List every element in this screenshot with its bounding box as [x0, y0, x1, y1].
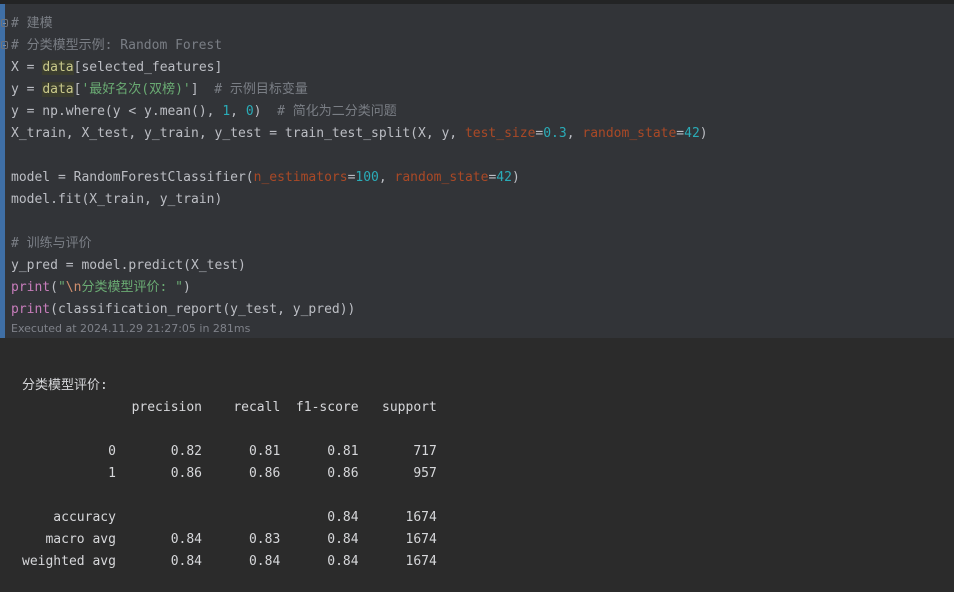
code-line[interactable]: model.fit(X_train, y_train)	[11, 189, 954, 211]
fold-toggle-icon[interactable]	[1, 19, 8, 27]
code-line[interactable]: y = np.where(y < y.mean(), 1, 0) # 简化为二分…	[11, 101, 954, 123]
code-token: 100	[355, 170, 379, 185]
code-token: y = np.where(y < y.mean(),	[11, 104, 223, 119]
code-token: ,	[230, 104, 246, 119]
code-editor[interactable]: # 建模 # 分类模型示例: Random Forest X = data[sele…	[1, 13, 954, 321]
code-line[interactable]: y = data['最好名次(双榜)'] # 示例目标变量	[11, 79, 954, 101]
cell-output: 分类模型评价: precision recall f1-score suppor…	[0, 338, 954, 592]
code-token: "	[57, 280, 66, 295]
code-token: )	[253, 104, 278, 119]
code-token: # 训练与评价	[11, 236, 92, 251]
cell-selection-bar	[0, 4, 5, 338]
code-token: [selected_features]	[73, 60, 223, 75]
code-token: 0	[245, 104, 254, 119]
code-token: )	[699, 126, 708, 141]
output-text: 分类模型评价: precision recall f1-score suppor…	[22, 375, 437, 573]
code-token: )	[182, 280, 191, 295]
code-line[interactable]: X_train, X_test, y_train, y_test = train…	[11, 123, 954, 145]
output-line: accuracy 0.84 1674	[22, 510, 437, 525]
code-token: ,	[566, 126, 583, 141]
code-line[interactable]: print("\n分类模型评价: ")	[11, 277, 954, 299]
code-token: # 示例目标变量	[214, 82, 308, 97]
code-token: 42	[496, 170, 512, 185]
code-token: random_state	[582, 126, 677, 141]
code-token: # 建模	[11, 16, 53, 31]
code-token: ,	[378, 170, 395, 185]
output-line: 分类模型评价:	[22, 378, 108, 393]
code-token: '最好名次(双榜)'	[81, 82, 191, 97]
code-line[interactable]: print(classification_report(y_test, y_pr…	[11, 299, 954, 321]
code-token: 分类模型评价: "	[81, 280, 183, 295]
code-token: print	[11, 302, 51, 317]
code-token: data	[42, 82, 74, 97]
code-token: model = RandomForestClassifier(	[11, 170, 254, 185]
code-token: (classification_report(y_test, y_pred))	[50, 302, 356, 317]
code-token: )	[511, 170, 520, 185]
code-line[interactable]: # 建模	[1, 13, 954, 35]
code-token: (	[50, 280, 58, 295]
code-token: y_pred = model.predict(X_test)	[11, 258, 246, 273]
execution-status: Executed at 2024.11.29 21:27:05 in 281ms	[11, 322, 251, 335]
fold-toggle-icon[interactable]	[1, 41, 8, 49]
code-token: print	[11, 280, 51, 295]
code-token: random_state	[394, 170, 489, 185]
code-token: 42	[684, 126, 700, 141]
code-token: # 简化为二分类问题	[277, 104, 397, 119]
code-line[interactable]: model = RandomForestClassifier(n_estimat…	[11, 167, 954, 189]
code-token: y =	[11, 82, 43, 97]
code-line[interactable]: X = data[selected_features]	[11, 57, 954, 79]
output-line: 1 0.86 0.86 0.86 957	[22, 466, 437, 481]
code-token: # 分类模型示例: Random Forest	[11, 38, 223, 53]
output-line: macro avg 0.84 0.83 0.84 1674	[22, 532, 437, 547]
code-token: =	[676, 126, 685, 141]
code-line[interactable]: # 分类模型示例: Random Forest	[1, 35, 954, 57]
code-line[interactable]	[11, 145, 954, 167]
code-token: \n	[65, 280, 82, 295]
code-line[interactable]: # 训练与评价	[11, 233, 954, 255]
code-token: n_estimators	[253, 170, 348, 185]
code-cell[interactable]: # 建模 # 分类模型示例: Random Forest X = data[sele…	[0, 4, 954, 338]
code-token: X_train, X_test, y_train, y_test = train…	[11, 126, 465, 141]
code-token: 0.3	[543, 126, 567, 141]
output-line: weighted avg 0.84 0.84 0.84 1674	[22, 554, 437, 569]
code-token: test_size	[464, 126, 536, 141]
code-token: X =	[11, 60, 43, 75]
code-line[interactable]	[11, 211, 954, 233]
code-token: ]	[190, 82, 215, 97]
code-token: 1	[222, 104, 231, 119]
output-line: precision recall f1-score support	[22, 400, 437, 415]
code-token: model.fit(X_train, y_train)	[11, 192, 223, 207]
code-line[interactable]: y_pred = model.predict(X_test)	[11, 255, 954, 277]
code-token: data	[42, 60, 74, 75]
output-line: 0 0.82 0.81 0.81 717	[22, 444, 437, 459]
